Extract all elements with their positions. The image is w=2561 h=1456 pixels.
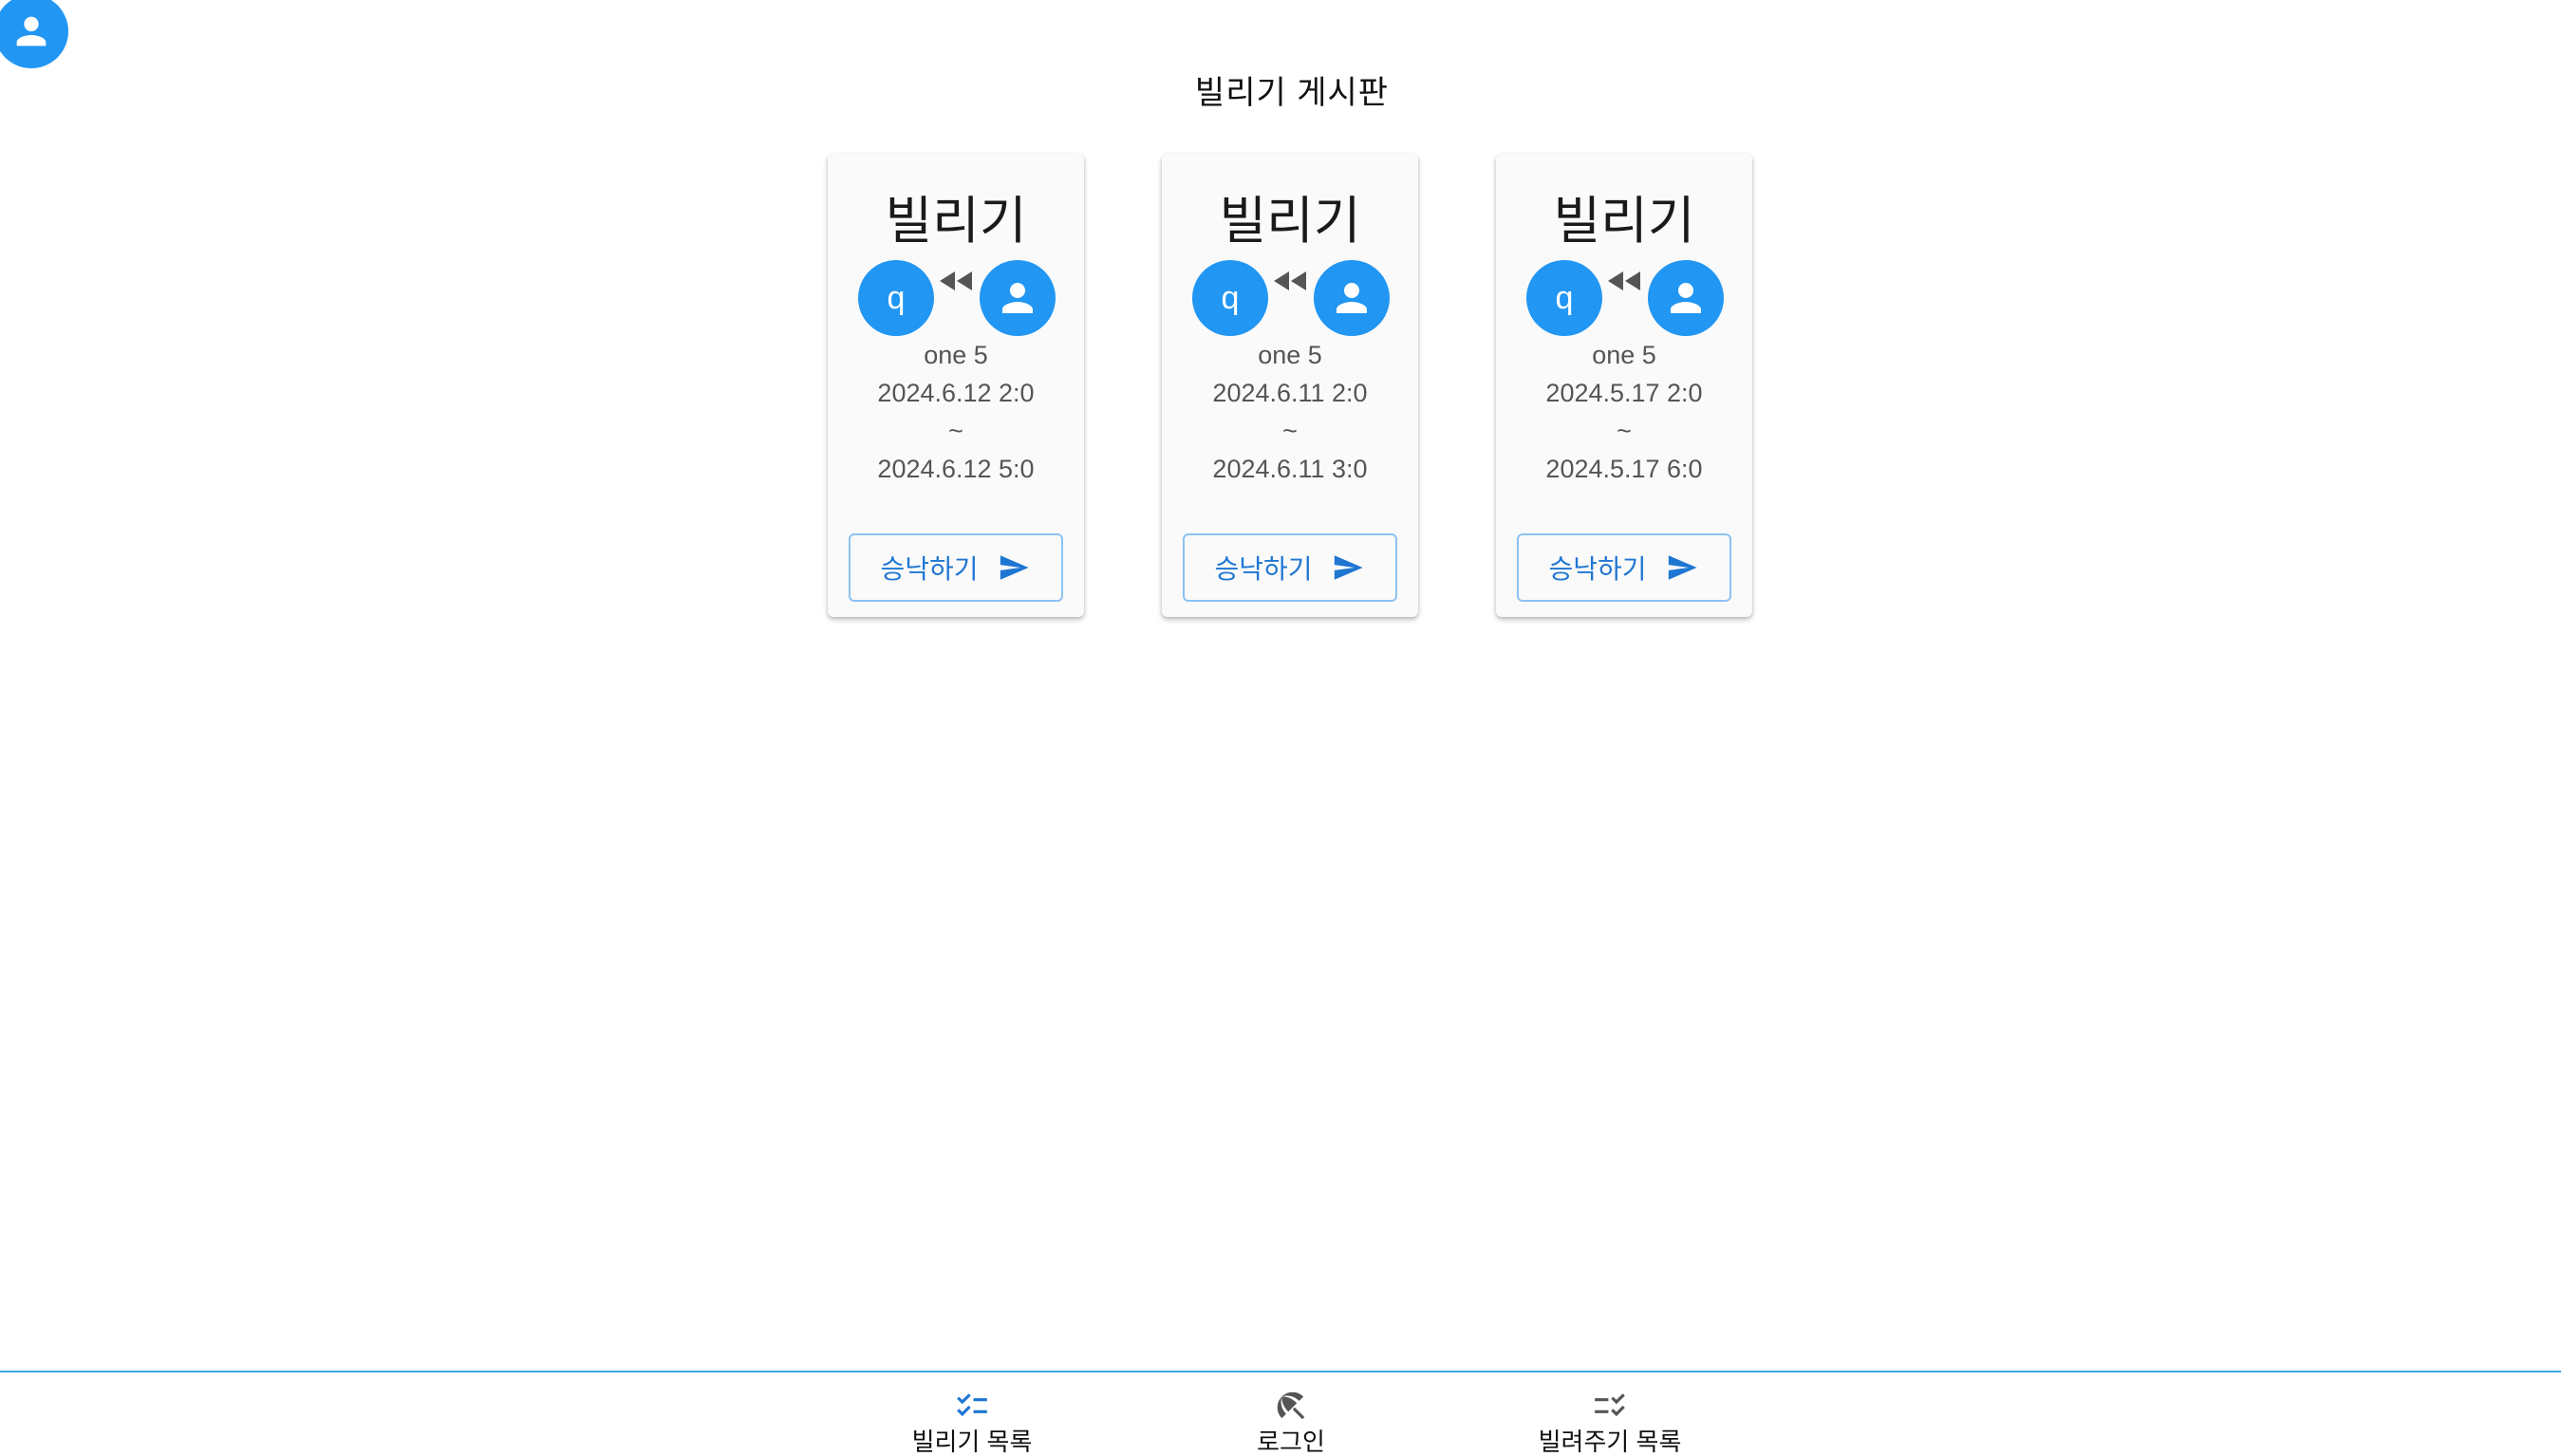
card-title: 빌리기: [885, 193, 1027, 250]
card-title: 빌리기: [1219, 193, 1361, 250]
send-icon: [1334, 555, 1363, 580]
nav-item-borrow-list[interactable]: 빌리기 목록: [820, 1372, 1124, 1456]
owner-name: one 5: [1258, 341, 1322, 369]
nav-label: 빌려주기 목록: [1538, 1428, 1682, 1456]
avatar-row: q: [828, 260, 1084, 336]
nav-label: 빌리기 목록: [911, 1428, 1033, 1456]
owner-name: one 5: [924, 341, 988, 369]
owner-avatar: [1314, 260, 1390, 336]
start-time: 2024.6.12 2:0: [877, 379, 1035, 407]
end-time: 2024.5.17 6:0: [1545, 455, 1703, 483]
page: 빌리기 게시판 빌리기 q one 5 2024.6.12 2:0 ~ 2024…: [0, 0, 2561, 1456]
bottom-navigation: 빌리기 목록 로그인 빌려주기 목록: [0, 1371, 2561, 1456]
requester-avatar: q: [1192, 260, 1268, 336]
approve-button-label: 승낙하기: [1214, 554, 1313, 584]
send-icon: [1000, 555, 1029, 580]
approve-button[interactable]: 승낙하기: [1517, 533, 1731, 602]
avatar-row: q: [1162, 260, 1418, 336]
rewind-icon: [1270, 270, 1308, 292]
requester-avatar: q: [1526, 260, 1602, 336]
checklist-rtl-icon: [1458, 1388, 1762, 1424]
start-time: 2024.6.11 2:0: [1212, 379, 1368, 407]
rental-card: 빌리기 q one 5 2024.6.11 2:0 ~ 2024.6.11 3:…: [1162, 154, 1418, 617]
requester-avatar: q: [858, 260, 934, 336]
start-time: 2024.5.17 2:0: [1545, 379, 1703, 407]
rental-card: 빌리기 q one 5 2024.5.17 2:0 ~ 2024.5.17 6:…: [1496, 154, 1752, 617]
beach-umbrella-icon: [1139, 1388, 1443, 1424]
nav-label: 로그인: [1257, 1428, 1325, 1456]
page-title: 빌리기 게시판: [1194, 75, 1390, 111]
end-time: 2024.6.12 5:0: [877, 455, 1035, 483]
rental-card: 빌리기 q one 5 2024.6.12 2:0 ~ 2024.6.12 5:…: [828, 154, 1084, 617]
person-icon: [1671, 283, 1701, 313]
owner-avatar: [980, 260, 1056, 336]
range-separator: ~: [948, 417, 963, 445]
approve-button[interactable]: 승낙하기: [1183, 533, 1397, 602]
person-icon: [1002, 283, 1033, 313]
rewind-icon: [1604, 270, 1642, 292]
send-icon: [1668, 555, 1697, 580]
nav-item-lend-list[interactable]: 빌려주기 목록: [1458, 1372, 1762, 1456]
approve-button-label: 승낙하기: [880, 554, 979, 584]
checklist-icon: [820, 1388, 1124, 1424]
approve-button-label: 승낙하기: [1548, 554, 1647, 584]
approve-button[interactable]: 승낙하기: [849, 533, 1063, 602]
nav-item-login[interactable]: 로그인: [1139, 1372, 1443, 1456]
avatar-row: q: [1496, 260, 1752, 336]
card-title: 빌리기: [1553, 193, 1695, 250]
rewind-icon: [936, 270, 974, 292]
end-time: 2024.6.11 3:0: [1212, 455, 1368, 483]
owner-name: one 5: [1592, 341, 1656, 369]
range-separator: ~: [1282, 417, 1298, 445]
person-icon: [1337, 283, 1367, 313]
account-icon: [16, 16, 47, 47]
owner-avatar: [1648, 260, 1724, 336]
range-separator: ~: [1617, 417, 1632, 445]
profile-avatar-button[interactable]: [0, 0, 68, 68]
